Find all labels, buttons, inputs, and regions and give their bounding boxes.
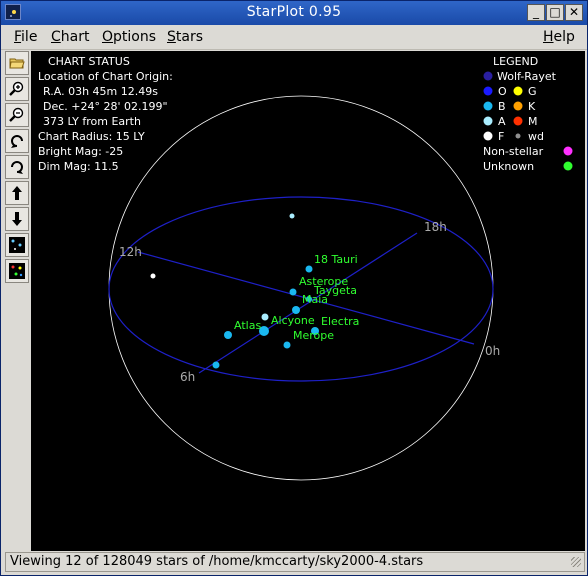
chart-origin-distance: 373 LY from Earth — [43, 115, 141, 128]
axis-label-0h: 0h — [485, 344, 500, 358]
menu-file[interactable]: File — [14, 29, 37, 45]
chart-origin-label: Location of Chart Origin: — [38, 70, 173, 83]
chart-status-heading: CHART STATUS — [48, 55, 130, 68]
star-label-electra: Electra — [321, 315, 359, 328]
menu-stars[interactable]: Stars — [167, 29, 203, 45]
legend-wd-label: wd — [528, 130, 544, 143]
arrow-up-icon — [12, 186, 22, 200]
star-field-icon — [9, 237, 25, 253]
legend-k-label: K — [528, 100, 536, 113]
legend-wolf-rayet-swatch — [483, 71, 493, 81]
rotate-left-icon — [11, 135, 23, 148]
zoom-in-icon — [9, 81, 24, 96]
legend-wd-swatch — [515, 133, 521, 139]
menu-chart[interactable]: Chart — [51, 29, 89, 45]
maximize-button[interactable]: □ — [546, 4, 564, 21]
star-marker[interactable] — [261, 313, 269, 321]
legend-unknown-swatch — [563, 161, 573, 171]
rotate-right-button[interactable] — [5, 155, 29, 179]
minimize-button[interactable]: _ — [527, 4, 545, 21]
star-chart-canvas[interactable]: 12h 18h 6h 0h 18 Tauri Asterope Taygeta … — [31, 51, 585, 551]
maximize-icon: □ — [549, 5, 561, 19]
legend-g-label: G — [528, 85, 537, 98]
star-label-alcyone: Alcyone — [271, 314, 315, 327]
menu-bar: File Chart Options Stars Help — [1, 25, 587, 50]
chart-bright-mag: Bright Mag: -25 — [38, 145, 123, 158]
legend-m-swatch — [513, 116, 523, 126]
rotate-right-icon — [11, 161, 23, 174]
chart-dim-mag: Dim Mag: 11.5 — [38, 160, 119, 173]
menu-options[interactable]: Options — [102, 29, 156, 45]
menu-help[interactable]: Help — [543, 29, 575, 45]
star-label-maia: Maia — [302, 293, 328, 306]
legend-heading: LEGEND — [493, 55, 538, 68]
chart-origin-ra: R.A. 03h 45m 12.49s — [43, 85, 158, 98]
legend-b-swatch — [483, 101, 493, 111]
star-marker-18-tauri[interactable] — [305, 265, 313, 273]
chart-radius: Chart Radius: 15 LY — [38, 130, 145, 143]
move-down-button[interactable] — [5, 207, 29, 231]
star-label-atlas: Atlas — [234, 319, 261, 332]
star-marker[interactable] — [150, 273, 156, 279]
status-bar: Viewing 12 of 128049 stars of /home/kmcc… — [5, 552, 585, 572]
star-marker[interactable] — [212, 361, 220, 369]
star-field-button[interactable] — [5, 233, 29, 257]
chart-sphere-outline — [108, 95, 494, 481]
star-label-merope: Merope — [293, 329, 334, 342]
legend-non-stellar-swatch — [563, 146, 573, 156]
resize-grip[interactable] — [571, 557, 581, 567]
title-bar[interactable]: StarPlot 0.95 _ □ ✕ — [1, 1, 587, 25]
legend-k-swatch — [513, 101, 523, 111]
minimize-icon: _ — [533, 5, 539, 19]
legend-b-label: B — [498, 100, 506, 113]
application-window: StarPlot 0.95 _ □ ✕ File Chart Options S… — [0, 0, 588, 576]
star-marker-asterope[interactable] — [289, 288, 297, 296]
open-file-icon — [9, 58, 25, 69]
open-file-button[interactable] — [5, 51, 29, 75]
legend-non-stellar-label: Non-stellar — [483, 145, 544, 158]
chart-origin-dec: Dec. +24° 28' 02.199" — [43, 100, 168, 113]
window-title: StarPlot 0.95 — [246, 4, 342, 20]
legend-a-label: A — [498, 115, 506, 128]
legend-o-swatch — [483, 86, 493, 96]
close-button[interactable]: ✕ — [565, 4, 583, 21]
legend-f-swatch — [483, 131, 493, 141]
axis-label-12h: 12h — [119, 245, 142, 259]
legend-o-label: O — [498, 85, 507, 98]
rotate-left-button[interactable] — [5, 129, 29, 153]
chart-status-panel: CHART STATUS Location of Chart Origin: R… — [38, 55, 173, 173]
legend-panel: LEGEND Wolf-Rayet O G B K A M F wd Non-s… — [483, 55, 573, 173]
legend-unknown-label: Unknown — [483, 160, 534, 173]
color-stars-button[interactable] — [5, 259, 29, 283]
legend-m-label: M — [528, 115, 538, 128]
star-marker[interactable] — [289, 213, 295, 219]
zoom-out-button[interactable] — [5, 103, 29, 127]
color-stars-icon — [9, 263, 25, 279]
star-marker-atlas[interactable] — [224, 331, 232, 339]
legend-g-swatch — [513, 86, 523, 96]
status-message: Viewing 12 of 128049 stars of /home/kmcc… — [10, 554, 424, 569]
close-icon: ✕ — [568, 5, 580, 19]
star-chart[interactable]: 12h 18h 6h 0h 18 Tauri Asterope Taygeta … — [31, 51, 585, 551]
axis-label-6h: 6h — [180, 370, 195, 384]
arrow-down-icon — [12, 212, 22, 226]
legend-a-swatch — [483, 116, 493, 126]
zoom-out-icon — [9, 107, 24, 122]
legend-wolf-rayet-label: Wolf-Rayet — [497, 70, 557, 83]
star-marker-merope[interactable] — [283, 341, 291, 349]
move-up-button[interactable] — [5, 181, 29, 205]
star-label-18-tauri: 18 Tauri — [314, 253, 358, 266]
zoom-in-button[interactable] — [5, 77, 29, 101]
legend-f-label: F — [498, 130, 504, 143]
axis-label-18h: 18h — [424, 220, 447, 234]
star-marker-maia[interactable] — [292, 306, 300, 314]
